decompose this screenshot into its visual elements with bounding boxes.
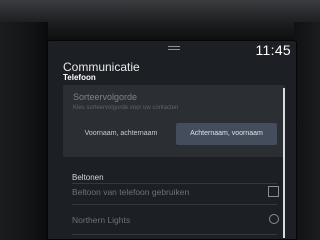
page-subtitle: Telefoon	[63, 73, 96, 82]
page-title: Communicatie	[63, 60, 140, 74]
scrollbar[interactable]	[283, 88, 285, 238]
sort-order-card: Sorteervolgorde Kies sorteervolgorde voo…	[63, 85, 285, 157]
divider	[72, 204, 277, 205]
pull-down-handle-icon[interactable]	[168, 46, 180, 50]
infotainment-screen: 11:45 Communicatie Telefoon Sorteervolgo…	[47, 40, 297, 240]
status-clock: 11:45	[255, 42, 291, 58]
status-bar: 11:45	[47, 40, 297, 58]
sort-option-first-last[interactable]: Voornaam, achternaam	[69, 123, 173, 145]
device-bezel-left	[0, 22, 48, 240]
ringtone-option-northern-lights[interactable]: Northern Lights	[72, 215, 130, 225]
sort-option-last-first[interactable]: Achternaam, voornaam	[176, 123, 277, 145]
sort-order-heading: Sorteervolgorde	[73, 92, 138, 102]
device-bezel-top	[0, 0, 320, 40]
divider	[72, 183, 277, 184]
sort-order-description: Kies sorteervolgorde voor uw contacten	[73, 105, 179, 111]
divider	[72, 234, 277, 235]
ringtone-option-phone[interactable]: Beltoon van telefoon gebruiken	[72, 187, 189, 197]
northern-lights-radio[interactable]	[269, 214, 279, 224]
phone-ringtone-checkbox[interactable]	[268, 186, 279, 197]
section-label-ringtones: Beltonen	[72, 173, 104, 182]
device-bezel-right	[294, 22, 320, 240]
